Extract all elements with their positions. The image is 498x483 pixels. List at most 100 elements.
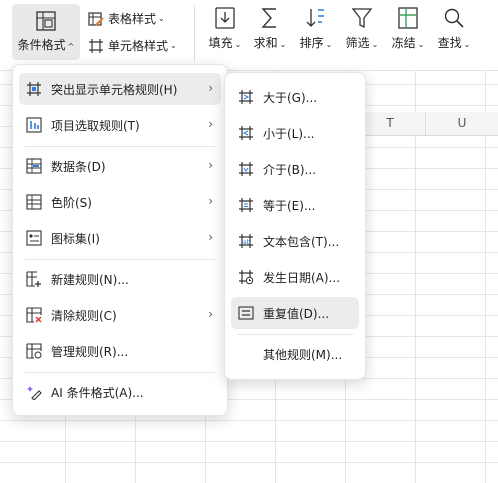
fill-label: 填充 [208, 36, 233, 50]
fill-down-icon [215, 7, 235, 29]
icon-sets-icon [25, 229, 43, 247]
chevron-right-icon: › [208, 307, 213, 321]
less-than-icon [237, 124, 255, 142]
ai-format-icon [25, 383, 43, 401]
equal-to-icon [237, 196, 255, 214]
cell-style-button[interactable]: 单元格样式 ⌄ [88, 37, 177, 54]
ribbon-divider [194, 6, 195, 62]
filter-label: 筛选 [345, 36, 370, 50]
freeze-label: 冻结 [391, 36, 416, 50]
menu-divider [25, 259, 215, 260]
filter-icon [351, 8, 373, 29]
greater-than-icon [237, 88, 255, 106]
sort-button[interactable]: 排序 ⌄ [296, 6, 336, 51]
chevron-down-icon: ⌄ [463, 40, 471, 49]
submenu-item-label: 大于(G)... [263, 90, 318, 105]
svg-text:ab: ab [243, 239, 251, 246]
menu-item-data-bars[interactable]: 数据条(D) › [19, 150, 221, 182]
chevron-down-icon: ⌄ [234, 40, 242, 49]
submenu-item-equal-to[interactable]: 等于(E)... [231, 189, 359, 221]
chevron-right-icon: › [208, 81, 213, 95]
submenu-item-duplicate-values[interactable]: 重复值(D)... [231, 297, 359, 329]
submenu-item-label: 小于(L)... [263, 126, 315, 141]
conditional-format-button[interactable]: 条件格式 ^ [12, 4, 80, 60]
menu-item-label: 新建规则(N)... [51, 272, 129, 287]
menu-divider [25, 146, 215, 147]
chevron-down-icon: ⌄ [279, 40, 287, 49]
sort-icon [306, 9, 324, 27]
menu-item-new-rule[interactable]: 新建规则(N)... [19, 263, 221, 295]
filter-button[interactable]: 筛选 ⌄ [342, 6, 382, 51]
submenu-item-more-rules[interactable]: 其他规则(M)... [231, 338, 359, 370]
chevron-right-icon: › [208, 194, 213, 208]
sum-button[interactable]: 求和 ⌄ [250, 6, 290, 51]
duplicate-values-icon [237, 304, 255, 322]
menu-item-label: AI 条件格式(A)... [51, 385, 144, 400]
column-header-u[interactable]: U [426, 112, 498, 136]
menu-item-label: 突出显示单元格规则(H) [51, 82, 178, 97]
menu-item-color-scale[interactable]: 色阶(S) › [19, 186, 221, 218]
find-label: 查找 [437, 36, 462, 50]
submenu-item-label: 重复值(D)... [263, 306, 330, 321]
freeze-panes-icon [398, 7, 418, 29]
conditional-format-menu: 突出显示单元格规则(H) › 项目选取规则(T) › 数据条(D) › 色阶(S… [12, 64, 228, 416]
manage-rules-icon [25, 342, 43, 360]
chevron-down-icon: ⌄ [170, 41, 177, 50]
submenu-item-label: 介于(B)... [263, 162, 317, 177]
submenu-item-greater-than[interactable]: 大于(G)... [231, 81, 359, 113]
fill-button[interactable]: 填充 ⌄ [204, 6, 246, 51]
color-scale-icon [25, 193, 43, 211]
chevron-down-icon: ⌄ [417, 40, 425, 49]
submenu-item-between[interactable]: 介于(B)... [231, 153, 359, 185]
menu-divider [25, 372, 215, 373]
submenu-item-text-contains[interactable]: ab 文本包含(T)... [231, 225, 359, 257]
submenu-item-date-occurring[interactable]: 发生日期(A)... [231, 261, 359, 293]
find-button[interactable]: 查找 ⌄ [434, 6, 474, 51]
ribbon-toolbar: 条件格式 ^ 表格样式 ⌄ 单元格样式 ⌄ 填充 ⌄ 求和 ⌄ 排序 ⌄ 筛选 … [0, 0, 498, 71]
menu-item-label: 色阶(S) [51, 195, 92, 210]
menu-item-manage-rules[interactable]: 管理规则(R)... [19, 335, 221, 367]
menu-item-label: 清除规则(C) [51, 308, 117, 323]
submenu-item-label: 其他规则(M)... [263, 347, 343, 362]
cell-style-icon [89, 38, 103, 53]
freeze-button[interactable]: 冻结 ⌄ [388, 6, 428, 51]
submenu-item-less-than[interactable]: 小于(L)... [231, 117, 359, 149]
menu-item-label: 数据条(D) [51, 159, 106, 174]
chevron-down-icon: ⌄ [371, 40, 379, 49]
highlight-rules-icon [25, 80, 43, 98]
search-icon [444, 8, 464, 28]
top-bottom-icon [25, 116, 43, 134]
menu-item-label: 管理规则(R)... [51, 344, 129, 359]
sort-label: 排序 [299, 36, 324, 50]
data-bars-icon [25, 157, 43, 175]
chevron-right-icon: › [208, 117, 213, 131]
conditional-format-icon [36, 11, 56, 31]
table-style-button[interactable]: 表格样式 ⌄ [88, 10, 165, 27]
conditional-format-label: 条件格式 [17, 38, 66, 52]
chevron-right-icon: › [208, 230, 213, 244]
chevron-right-icon: › [208, 158, 213, 172]
chevron-up-icon: ^ [67, 42, 75, 51]
submenu-divider [237, 334, 353, 335]
menu-item-top-bottom[interactable]: 项目选取规则(T) › [19, 109, 221, 141]
menu-item-label: 图标集(I) [51, 231, 100, 246]
chevron-down-icon: ⌄ [325, 40, 333, 49]
date-occurring-icon [237, 268, 255, 286]
menu-item-highlight-rules[interactable]: 突出显示单元格规则(H) › [19, 73, 221, 105]
table-style-label: 表格样式 [108, 12, 157, 26]
highlight-rules-submenu: 大于(G)... 小于(L)... 介于(B)... 等于(E)... ab 文… [224, 72, 366, 380]
chevron-down-icon: ⌄ [158, 14, 165, 23]
submenu-item-label: 文本包含(T)... [263, 234, 340, 249]
new-rule-icon [25, 270, 43, 288]
menu-item-clear-rules[interactable]: 清除规则(C) › [19, 299, 221, 331]
submenu-item-label: 等于(E)... [263, 198, 316, 213]
submenu-item-label: 发生日期(A)... [263, 270, 341, 285]
menu-item-ai-format[interactable]: AI 条件格式(A)... [19, 376, 221, 408]
sum-label: 求和 [253, 36, 278, 50]
clear-rules-icon [25, 306, 43, 324]
menu-item-icon-sets[interactable]: 图标集(I) › [19, 222, 221, 254]
table-style-icon [88, 11, 104, 26]
between-icon [237, 160, 255, 178]
sigma-icon [261, 8, 276, 28]
cell-style-label: 单元格样式 [108, 39, 169, 53]
